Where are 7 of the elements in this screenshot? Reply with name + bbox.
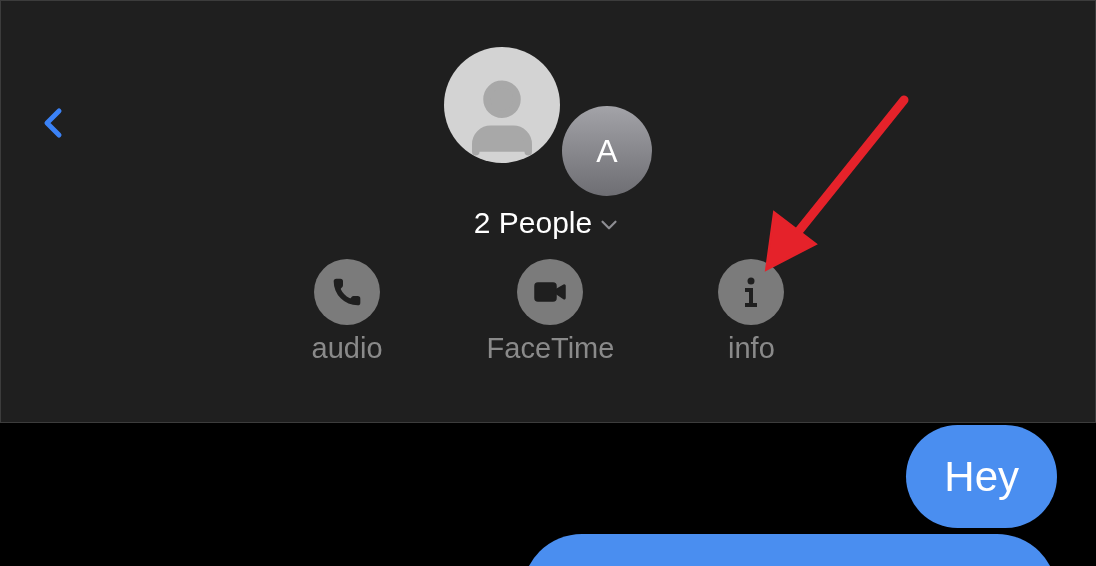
message-bubble: Hey <box>906 425 1057 528</box>
contact-action-button[interactable]: info <box>718 259 785 371</box>
info-icon <box>744 277 759 307</box>
contact-action-button[interactable]: audio <box>311 259 383 371</box>
contact-action-button[interactable]: FaceTime <box>486 259 615 371</box>
avatar: A <box>562 106 652 196</box>
people-dropdown[interactable]: 2 People <box>473 200 623 245</box>
